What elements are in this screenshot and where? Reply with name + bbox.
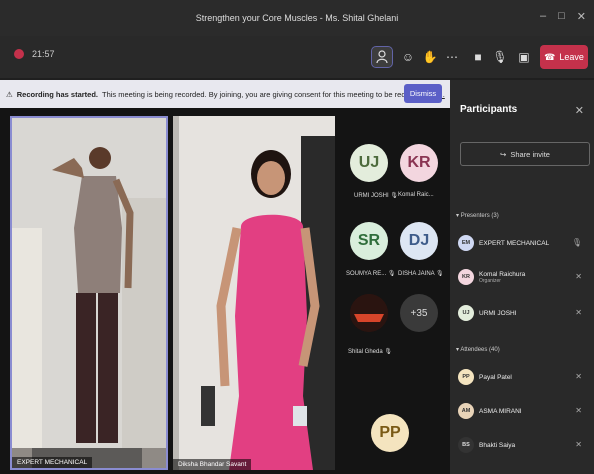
participants-panel: Participants ✕ ↪ Share invite ▾ Presente…	[450, 80, 594, 474]
share-screen-icon[interactable]: ▣	[514, 47, 534, 67]
panel-title: Participants	[460, 104, 518, 115]
share-invite-label: Share invite	[510, 149, 550, 159]
avatar-kr[interactable]: KR	[400, 144, 438, 182]
mic-icon: 🎙	[571, 238, 582, 247]
participant-row[interactable]: UJ URMI JOSHI ✕	[458, 302, 588, 324]
leave-label: Leave	[559, 52, 584, 62]
participant-avatar: KR	[458, 269, 474, 285]
share-invite-button[interactable]: ↪ Share invite	[460, 142, 590, 166]
mic-off-icon: ✕	[575, 272, 582, 281]
camera-icon[interactable]: ■	[468, 47, 488, 67]
mic-off-icon: ✕	[575, 308, 582, 317]
attendees-header[interactable]: ▾ Attendees (40)	[456, 346, 500, 353]
mic-off-icon: ✕	[575, 440, 582, 449]
avatar-label: Komal Raic...	[398, 192, 434, 198]
more-options-icon[interactable]: ⋯	[442, 47, 462, 67]
participant-name-tag: Diksha Bhandar Savant	[173, 459, 252, 470]
participant-grid: UJ URMI JOSHI 🎙 KR Komal Raic... SR SOUM…	[340, 108, 450, 474]
recording-banner: ⚠ Recording has started. This meeting is…	[0, 80, 450, 108]
minimize-icon[interactable]: –	[540, 10, 546, 23]
avatar-photo-shital[interactable]	[350, 294, 388, 332]
mic-off-icon[interactable]: 🎙	[490, 47, 510, 67]
participant-name: EXPERT MECHANICAL	[479, 239, 550, 247]
more-participants-badge[interactable]: +35	[400, 294, 438, 332]
dismiss-button[interactable]: Dismiss	[404, 84, 442, 103]
participant-name: URMI JOSHI	[479, 309, 517, 317]
participant-avatar: EM	[458, 235, 474, 251]
participant-name: Komal Raichura Organizer	[479, 270, 526, 284]
participant-avatar: BS	[458, 437, 474, 453]
banner-message: This meeting is being recorded. By joini…	[102, 89, 427, 99]
presenters-header[interactable]: ▾ Presenters (3)	[456, 212, 499, 219]
meeting-toolbar: 21:57 ☺ ✋ ⋯ ■ 🎙 ▣ ☎ Leave	[0, 36, 594, 78]
title-bar: Strengthen your Core Muscles - Ms. Shita…	[0, 0, 594, 36]
avatar-initials: UJ	[358, 154, 380, 171]
banner-title: Recording has started.	[16, 89, 99, 99]
participant-video	[12, 118, 166, 468]
meeting-timer: 21:57	[14, 49, 55, 59]
participant-row[interactable]: AM ASMA MIRANI ✕	[458, 400, 588, 422]
avatar-label: DISHA JAINA 🎙	[398, 271, 444, 277]
avatar-uj[interactable]: UJ	[350, 144, 388, 182]
participant-row[interactable]: KR Komal Raichura Organizer ✕	[458, 266, 588, 288]
participant-name: Payal Patel	[479, 373, 512, 381]
participant-role: Organizer	[479, 277, 501, 284]
participant-video	[173, 116, 335, 470]
close-window-icon[interactable]: ✕	[577, 10, 586, 23]
avatar-dj[interactable]: DJ	[400, 222, 438, 260]
participant-avatar: UJ	[458, 305, 474, 321]
participant-name: Bhakti Saiya	[479, 441, 516, 449]
participant-row[interactable]: BS Bhakti Saiya ✕	[458, 434, 588, 456]
participant-avatar: PP	[458, 369, 474, 385]
people-icon[interactable]	[371, 46, 393, 68]
avatar-initials: SR	[357, 232, 381, 249]
maximize-icon[interactable]: □	[558, 10, 565, 23]
avatar-label: URMI JOSHI 🎙	[354, 193, 398, 199]
mic-off-icon: ✕	[575, 406, 582, 415]
window-controls: – □ ✕	[540, 10, 586, 23]
participant-name: ASMA MIRANI	[479, 407, 522, 415]
participant-avatar: AM	[458, 403, 474, 419]
participant-row[interactable]: PP Payal Patel ✕	[458, 366, 588, 388]
phone-icon: ☎	[544, 51, 556, 62]
participant-row[interactable]: EM EXPERT MECHANICAL 🎙	[458, 232, 588, 254]
leave-button[interactable]: ☎ Leave	[540, 45, 588, 69]
recording-icon	[14, 49, 24, 59]
avatar-initials: KR	[407, 154, 431, 171]
avatar-pp[interactable]: PP	[371, 414, 409, 452]
window-title: Strengthen your Core Muscles - Ms. Shita…	[195, 13, 399, 23]
close-icon[interactable]: ✕	[575, 104, 584, 117]
share-icon: ↪	[500, 149, 507, 159]
video-tile-diksha[interactable]: Diksha Bhandar Savant	[173, 116, 335, 470]
avatar-label: SOUMYA RE... 🎙	[346, 271, 396, 277]
raise-hand-icon[interactable]: ✋	[420, 47, 440, 67]
video-tile-expert-mechanical[interactable]: EXPERT MECHANICAL	[10, 116, 168, 470]
timer-text: 21:57	[32, 49, 55, 59]
participant-name-tag: EXPERT MECHANICAL	[12, 457, 93, 468]
mic-off-icon: ✕	[575, 372, 582, 381]
avatar-initials: DJ	[408, 232, 430, 249]
avatar-initials: PP	[379, 424, 401, 441]
warning-icon: ⚠	[6, 89, 13, 99]
avatar-sr[interactable]: SR	[350, 222, 388, 260]
avatar-photo	[350, 294, 388, 332]
chat-icon[interactable]: ☺	[398, 47, 418, 67]
avatar-label: Shital Gheda 🎙	[348, 349, 392, 355]
